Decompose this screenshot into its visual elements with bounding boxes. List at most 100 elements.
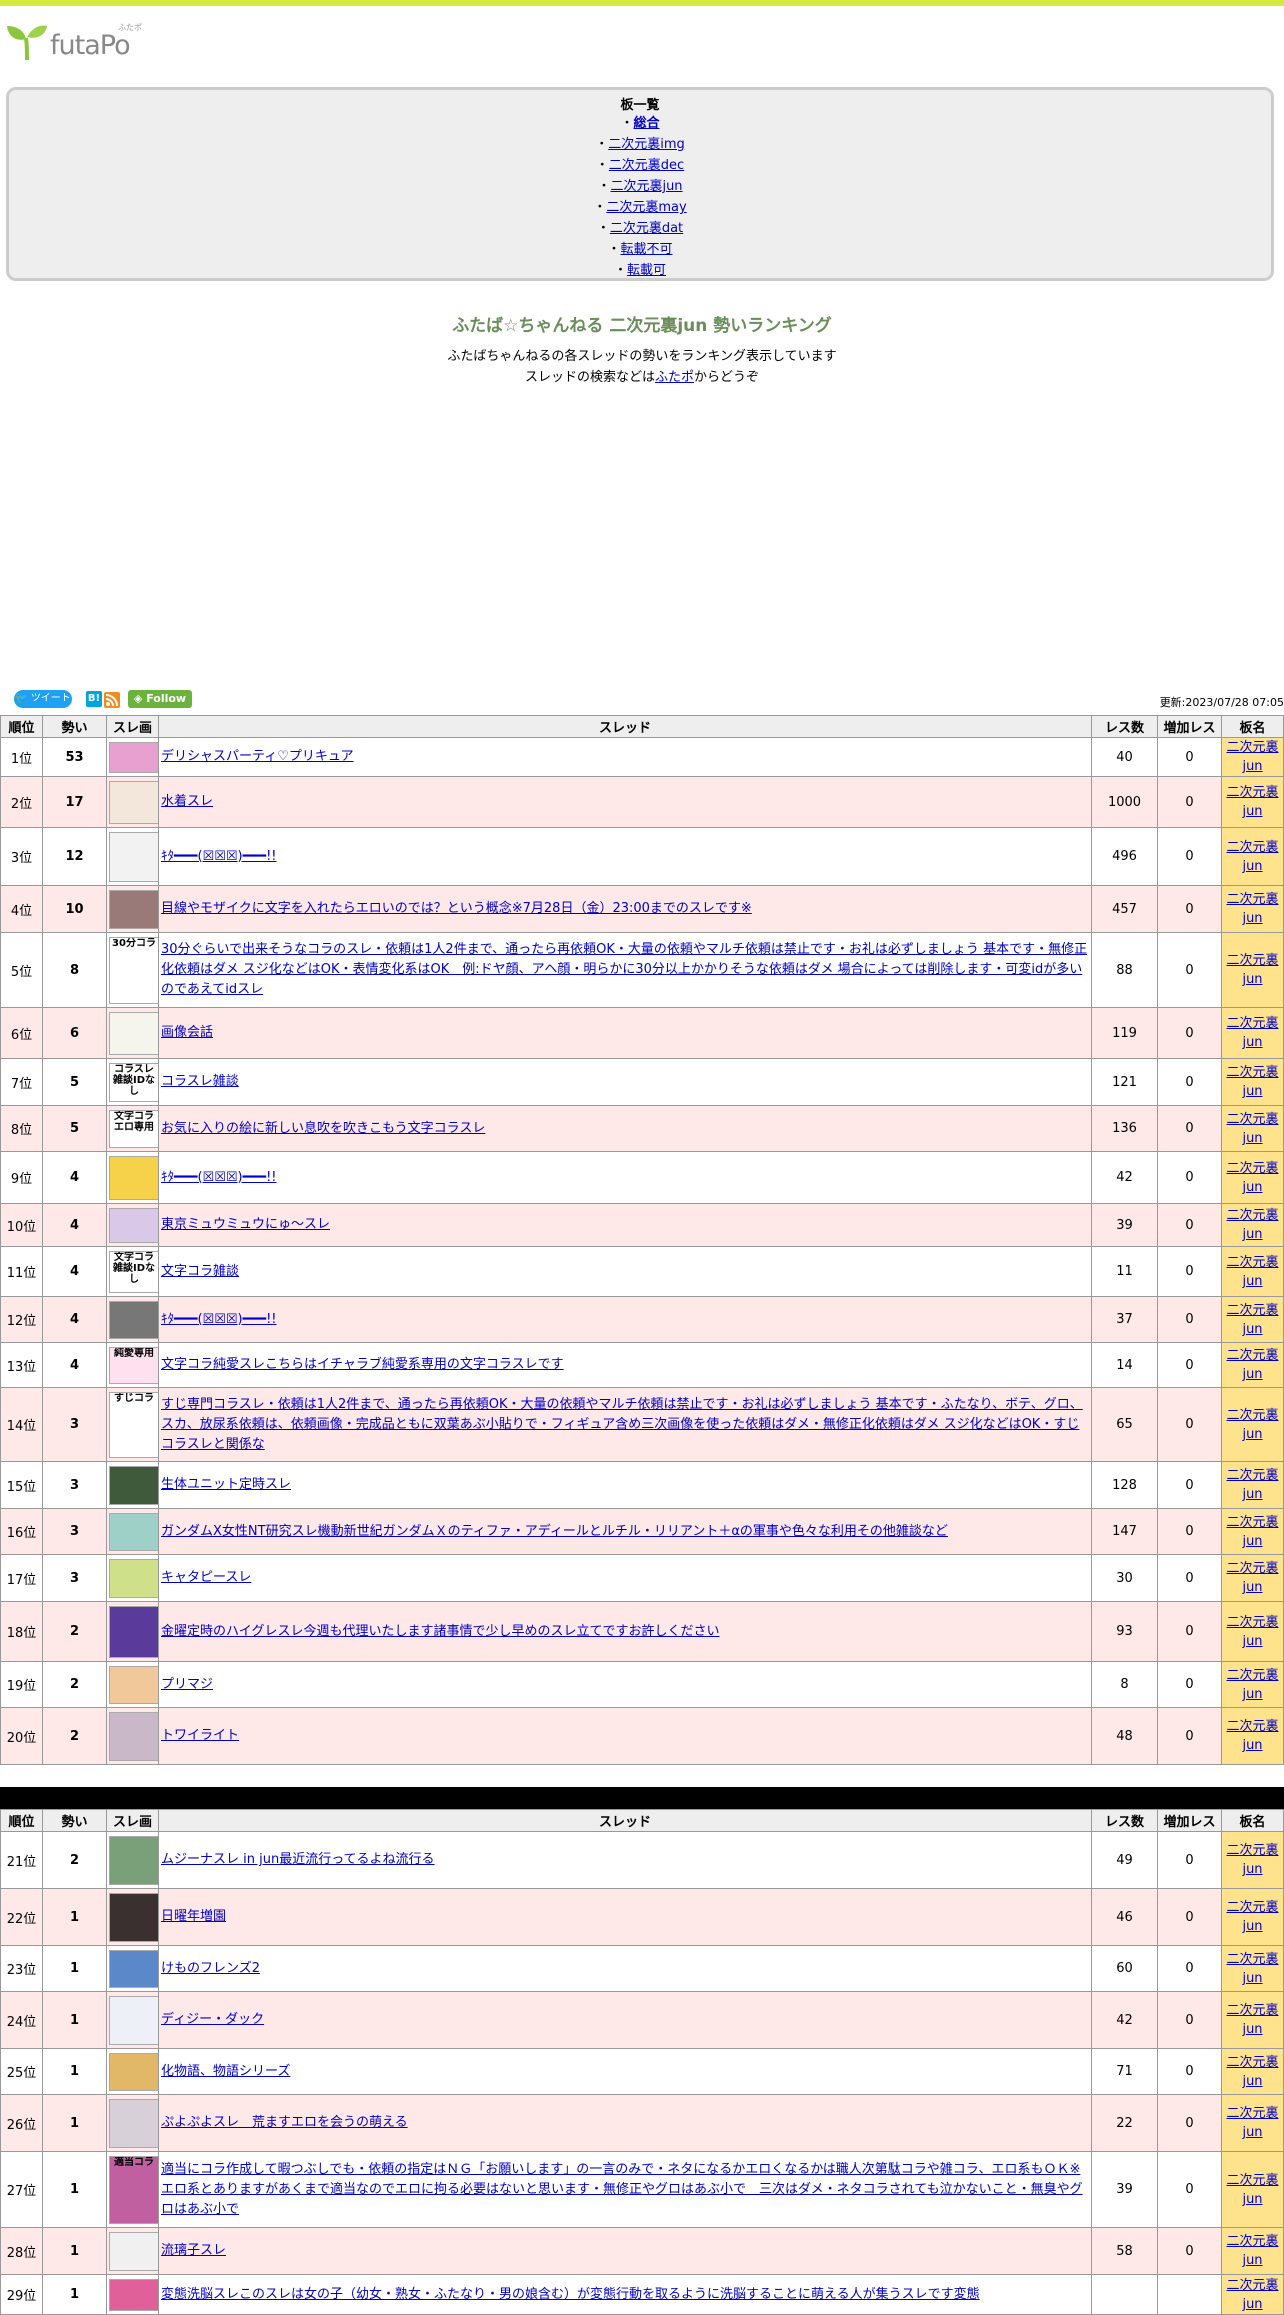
- thread-link[interactable]: 日曜年増園: [161, 1909, 226, 1924]
- thread-thumbnail[interactable]: [109, 1558, 159, 1598]
- thread-link[interactable]: 文字コラ雑談: [161, 1264, 239, 1279]
- tweet-button[interactable]: 🐦 ツイート: [14, 690, 72, 708]
- board-name-link[interactable]: 二次元裏: [1226, 2055, 1278, 2070]
- thread-thumbnail[interactable]: [109, 831, 159, 882]
- board-link[interactable]: 転載不可: [621, 242, 673, 257]
- thread-thumbnail[interactable]: [109, 1011, 159, 1055]
- board-name-link[interactable]: 二次元裏: [1226, 2106, 1278, 2121]
- board-name-link-sub[interactable]: jun: [1242, 759, 1262, 774]
- board-name-link-sub[interactable]: jun: [1242, 859, 1262, 874]
- thread-thumbnail[interactable]: [109, 1665, 159, 1704]
- thread-link[interactable]: 30分ぐらいで出来そうなコラのスレ・依頼は1人2件まで、通ったら再依頼OK・大量…: [161, 942, 1087, 997]
- board-name-link-sub[interactable]: jun: [1242, 2297, 1262, 2312]
- site-logo[interactable]: futaPo ふたポ: [6, 22, 146, 64]
- thread-link[interactable]: デリシャスパーティ♡プリキュア: [161, 749, 354, 764]
- board-name-link-sub[interactable]: jun: [1242, 1427, 1262, 1442]
- board-link[interactable]: 二次元裏dat: [610, 221, 683, 236]
- thread-link[interactable]: 画像会話: [161, 1025, 213, 1040]
- thread-thumbnail[interactable]: [109, 1711, 159, 1761]
- board-name-link-sub[interactable]: jun: [1242, 1487, 1262, 1502]
- board-name-link-sub[interactable]: jun: [1242, 1738, 1262, 1753]
- thread-thumbnail[interactable]: 30分コラ: [109, 936, 159, 1004]
- board-name-link[interactable]: 二次元裏: [1226, 1719, 1278, 1734]
- board-name-link[interactable]: 二次元裏: [1226, 1065, 1278, 1080]
- board-name-link[interactable]: 二次元裏: [1226, 2003, 1278, 2018]
- thread-link[interactable]: すじ専門コラスレ・依頼は1人2件まで、通ったら再依頼OK・大量の依頼やマルチ依頼…: [161, 1397, 1083, 1452]
- thread-link[interactable]: 適当にコラ作成して暇つぶしでも・依頼の指定はＮＧ「お願いします」の一言のみで・ネ…: [161, 2162, 1083, 2217]
- thread-thumbnail[interactable]: [109, 1155, 159, 1200]
- thread-thumbnail[interactable]: [109, 780, 159, 824]
- thread-link[interactable]: 東京ミュウミュウにゅ～スレ: [161, 1217, 330, 1232]
- thread-thumbnail[interactable]: すじコラ: [109, 1391, 159, 1458]
- board-name-link[interactable]: 二次元裏: [1226, 740, 1278, 755]
- board-name-link-sub[interactable]: jun: [1242, 911, 1262, 926]
- thread-link[interactable]: コラスレ雑談: [161, 1074, 239, 1089]
- thread-thumbnail[interactable]: コラスレ雑談IDなし: [109, 1062, 159, 1102]
- thread-link[interactable]: プリマジ: [161, 1677, 213, 1692]
- thread-link[interactable]: トワイライト: [161, 1728, 239, 1743]
- thread-link[interactable]: 化物語、物語シリーズ: [161, 2064, 290, 2079]
- board-name-link[interactable]: 二次元裏: [1226, 1303, 1278, 1318]
- thread-link[interactable]: 変態洗脳スレこのスレは女の子（幼女・熟女・ふたなり・男の娘含む）が変態行動を取る…: [161, 2287, 980, 2302]
- board-name-link[interactable]: 二次元裏: [1226, 1561, 1278, 1576]
- board-name-link-sub[interactable]: jun: [1242, 1862, 1262, 1877]
- thread-thumbnail[interactable]: [109, 1892, 159, 1942]
- board-name-link-sub[interactable]: jun: [1242, 1534, 1262, 1549]
- thread-thumbnail[interactable]: [109, 1512, 159, 1551]
- board-name-link[interactable]: 二次元裏: [1226, 1016, 1278, 1031]
- board-name-link[interactable]: 二次元裏: [1226, 1515, 1278, 1530]
- board-link[interactable]: 二次元裏dec: [609, 158, 684, 173]
- board-name-link-sub[interactable]: jun: [1242, 2253, 1262, 2268]
- board-name-link[interactable]: 二次元裏: [1226, 1208, 1278, 1223]
- thread-link[interactable]: けものフレンズ2: [161, 1961, 260, 1976]
- board-name-link[interactable]: 二次元裏: [1226, 1468, 1278, 1483]
- board-name-link[interactable]: 二次元裏: [1226, 2234, 1278, 2249]
- board-name-link-sub[interactable]: jun: [1242, 1971, 1262, 1986]
- board-name-link-sub[interactable]: jun: [1242, 2125, 1262, 2140]
- board-name-link[interactable]: 二次元裏: [1226, 1112, 1278, 1127]
- thread-link[interactable]: ガンダムX女性NT研究スレ機動新世紀ガンダムＸのティファ・アディールとルチル・リ…: [161, 1524, 948, 1539]
- thread-link[interactable]: 流璃子スレ: [161, 2243, 226, 2258]
- thread-thumbnail[interactable]: 純愛専用: [109, 1346, 159, 1384]
- board-name-link[interactable]: 二次元裏: [1226, 1348, 1278, 1363]
- thread-thumbnail[interactable]: 文字コラ雑談IDなし: [109, 1250, 159, 1293]
- thread-link[interactable]: 目線やモザイクに文字を入れたらエロいのでは？という概念※7月28日（金）23:0…: [161, 901, 752, 916]
- board-name-link[interactable]: 二次元裏: [1226, 1408, 1278, 1423]
- board-name-link-sub[interactable]: jun: [1242, 2074, 1262, 2089]
- thread-thumbnail[interactable]: [109, 1835, 159, 1885]
- thread-thumbnail[interactable]: [109, 2231, 159, 2271]
- board-name-link-sub[interactable]: jun: [1242, 1322, 1262, 1337]
- thread-thumbnail[interactable]: [109, 1605, 159, 1658]
- thread-link[interactable]: キャタピースレ: [161, 1570, 251, 1585]
- thread-link[interactable]: ｷﾀ━━━(☒☒☒)━━━!!: [161, 1170, 277, 1185]
- thread-thumbnail[interactable]: [109, 741, 159, 773]
- thread-thumbnail[interactable]: [109, 1465, 159, 1505]
- board-link[interactable]: 二次元裏may: [606, 200, 686, 215]
- board-name-link-sub[interactable]: jun: [1242, 1227, 1262, 1242]
- board-name-link-sub[interactable]: jun: [1242, 1180, 1262, 1195]
- thread-link[interactable]: ｷﾀ━━━(☒☒☒)━━━!!: [161, 849, 277, 864]
- board-name-link[interactable]: 二次元裏: [1226, 1161, 1278, 1176]
- board-name-link[interactable]: 二次元裏: [1226, 953, 1278, 968]
- board-name-link-sub[interactable]: jun: [1242, 1580, 1262, 1595]
- rss-icon[interactable]: [104, 692, 120, 708]
- board-name-link-sub[interactable]: jun: [1242, 1634, 1262, 1649]
- thread-thumbnail[interactable]: [109, 2052, 159, 2091]
- thread-thumbnail[interactable]: [109, 2098, 159, 2148]
- thread-thumbnail[interactable]: [109, 2278, 159, 2311]
- thread-link[interactable]: ぷよぷよスレ 荒ますエロを会うの萌える: [161, 2115, 408, 2130]
- board-name-link-sub[interactable]: jun: [1242, 2022, 1262, 2037]
- board-name-link[interactable]: 二次元裏: [1226, 892, 1278, 907]
- board-name-link-sub[interactable]: jun: [1242, 1919, 1262, 1934]
- thread-thumbnail[interactable]: [109, 1995, 159, 2045]
- board-name-link-sub[interactable]: jun: [1242, 1084, 1262, 1099]
- board-name-link[interactable]: 二次元裏: [1226, 2173, 1278, 2188]
- board-name-link-sub[interactable]: jun: [1242, 1035, 1262, 1050]
- futapo-link[interactable]: ふたポ: [655, 370, 694, 385]
- thread-link[interactable]: ディジー・ダック: [161, 2012, 264, 2027]
- board-name-link-sub[interactable]: jun: [1242, 804, 1262, 819]
- thread-link[interactable]: お気に入りの絵に新しい息吹を吹きこもう文字コラスレ: [161, 1121, 485, 1136]
- board-link[interactable]: 二次元裏img: [608, 137, 685, 152]
- board-name-link-sub[interactable]: jun: [1242, 1131, 1262, 1146]
- thread-thumbnail[interactable]: 適当コラ: [109, 2155, 159, 2224]
